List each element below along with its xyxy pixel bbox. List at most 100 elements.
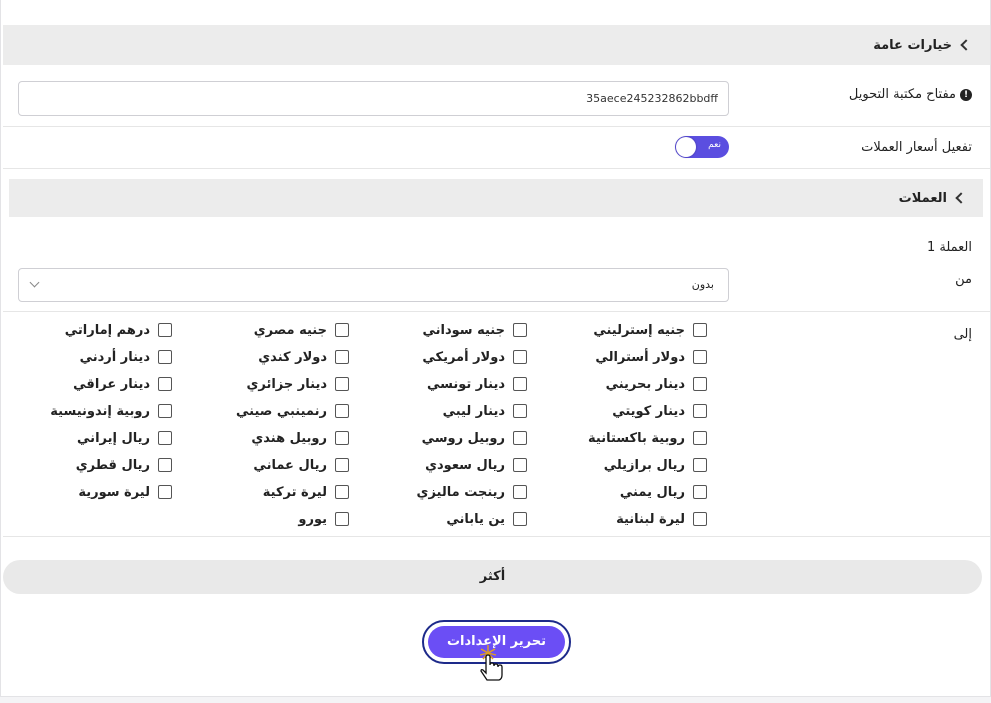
- checkbox[interactable]: [158, 404, 172, 418]
- checkbox[interactable]: [335, 323, 349, 337]
- checkbox[interactable]: [335, 350, 349, 364]
- checkbox[interactable]: [693, 431, 707, 445]
- currency-checkbox-label: ليرة لبنانية: [616, 511, 685, 527]
- checkbox[interactable]: [513, 485, 527, 499]
- checkbox[interactable]: [693, 404, 707, 418]
- divider: [3, 536, 990, 537]
- currency-checkbox-label: دولار أمريكي: [422, 349, 505, 365]
- currency-checkbox-item[interactable]: دينار كويتي: [612, 402, 707, 420]
- checkbox[interactable]: [693, 377, 707, 391]
- currency-checkbox-item[interactable]: روبيل هندي: [251, 429, 349, 447]
- currency-checkbox-item[interactable]: جنيه سوداني: [422, 321, 527, 339]
- currencies-title: العملات: [898, 190, 947, 206]
- checkbox[interactable]: [513, 377, 527, 391]
- currency-checkbox-item[interactable]: دينار تونسي: [427, 375, 527, 393]
- checkbox[interactable]: [513, 431, 527, 445]
- currency-rates-label: تفعيل أسعار العملات: [861, 140, 972, 155]
- from-currency-select[interactable]: بدون: [18, 268, 729, 302]
- currency-checkbox-item[interactable]: روبيل روسي: [422, 429, 527, 447]
- currency-checkbox-item[interactable]: ريال برازيلي: [604, 456, 707, 474]
- currency-checkbox-item[interactable]: ليرة لبنانية: [616, 510, 707, 528]
- currency-checkbox-item[interactable]: جنيه إسترليني: [593, 321, 707, 339]
- currency-checkbox-item[interactable]: ليرة سورية: [78, 483, 172, 501]
- checkbox[interactable]: [513, 512, 527, 526]
- checkbox[interactable]: [335, 377, 349, 391]
- checkbox[interactable]: [693, 512, 707, 526]
- currency-checkbox-item[interactable]: دولار كندي: [258, 348, 349, 366]
- settings-card: خيارات عامة ! مفتاح مكتبة التحويل تفعيل أ…: [0, 0, 991, 697]
- currency-checkbox-label: روبيل هندي: [251, 430, 327, 446]
- currencies-header[interactable]: العملات: [9, 179, 983, 217]
- checkbox[interactable]: [158, 458, 172, 472]
- checkbox[interactable]: [513, 323, 527, 337]
- currency-checkbox-item[interactable]: روبية باكستانية: [588, 429, 707, 447]
- checkbox[interactable]: [335, 404, 349, 418]
- general-options-title: خيارات عامة: [873, 37, 952, 53]
- currency-checkbox-label: جنيه مصري: [253, 322, 327, 338]
- checkbox[interactable]: [158, 377, 172, 391]
- toggle-label: نعم: [708, 140, 721, 150]
- currency-checkbox-label: درهم إماراتي: [64, 322, 150, 338]
- currency-checkbox-item[interactable]: دولار أمريكي: [422, 348, 527, 366]
- checkbox[interactable]: [693, 485, 707, 499]
- checkbox[interactable]: [158, 431, 172, 445]
- currency-checkbox-item[interactable]: دينار ليبي: [443, 402, 527, 420]
- currency-checkbox-item[interactable]: ليرة تركية: [263, 483, 349, 501]
- currency-checkbox-label: دولار كندي: [258, 349, 327, 365]
- currency-checkbox-item[interactable]: رينجت ماليزي: [417, 483, 527, 501]
- checkbox[interactable]: [158, 485, 172, 499]
- currency-checkbox-item[interactable]: روبية إندونيسية: [50, 402, 172, 420]
- checkbox[interactable]: [335, 458, 349, 472]
- currency-checkbox-label: دينار عراقي: [73, 376, 150, 392]
- currency-checkbox-label: ريال إيراني: [77, 430, 150, 446]
- general-options-header[interactable]: خيارات عامة: [3, 25, 990, 65]
- currency-checkbox-item[interactable]: دينار أردني: [80, 348, 172, 366]
- chevron-left-icon: [960, 39, 972, 51]
- conversion-key-input[interactable]: [18, 81, 729, 116]
- currency-checkbox-item[interactable]: جنيه مصري: [254, 321, 349, 339]
- currency-checkbox-item[interactable]: ريال يمني: [620, 483, 707, 501]
- currency-checkbox-item[interactable]: يورو: [298, 510, 349, 528]
- from-label: من: [955, 272, 972, 287]
- hand-cursor-icon: [479, 645, 503, 681]
- chevron-down-icon: [29, 277, 40, 288]
- currency-checkbox-item[interactable]: دينار بحريني: [606, 375, 707, 393]
- checkbox[interactable]: [335, 485, 349, 499]
- checkbox[interactable]: [513, 458, 527, 472]
- more-button[interactable]: أكثر: [3, 560, 982, 594]
- currency-checkbox-item[interactable]: ريال قطري: [76, 456, 172, 474]
- currency-checkbox-item[interactable]: ريال إيراني: [77, 429, 172, 447]
- currency-checkbox-label: روبيل روسي: [421, 430, 505, 446]
- currency-checkbox-label: دينار بحريني: [605, 376, 685, 392]
- checkbox[interactable]: [335, 431, 349, 445]
- checkbox[interactable]: [693, 323, 707, 337]
- toggle-knob: [676, 137, 696, 157]
- currency-checkbox-label: ليرة سورية: [78, 484, 150, 500]
- currency-checkbox-label: دينار تونسي: [426, 376, 505, 392]
- checkbox[interactable]: [513, 404, 527, 418]
- checkbox[interactable]: [693, 350, 707, 364]
- currency-checkbox-label: ريال سعودي: [425, 457, 505, 473]
- currency-checkbox-label: رينجت ماليزي: [416, 484, 505, 500]
- checkbox[interactable]: [335, 512, 349, 526]
- checkbox[interactable]: [158, 323, 172, 337]
- currency-checkbox-label: روبية باكستانية: [588, 430, 685, 446]
- conversion-key-label-text: مفتاح مكتبة التحويل: [848, 87, 956, 102]
- currency-checkbox-item[interactable]: دولار أسترالي: [595, 348, 707, 366]
- currency-checkbox-label: جنيه سوداني: [422, 322, 506, 338]
- currency-checkbox-item[interactable]: درهم إماراتي: [65, 321, 172, 339]
- currency-checkbox-item[interactable]: رنمينبي صيني: [236, 402, 349, 420]
- info-icon[interactable]: !: [960, 88, 972, 101]
- checkbox[interactable]: [158, 350, 172, 364]
- conversion-key-label: ! مفتاح مكتبة التحويل: [849, 87, 972, 102]
- currency-checkbox-item[interactable]: دينار عراقي: [73, 375, 172, 393]
- currency-checkbox-item[interactable]: ين ياباني: [446, 510, 527, 528]
- chevron-left-icon: [955, 192, 967, 204]
- currency-checkbox-item[interactable]: دينار جزائري: [246, 375, 349, 393]
- checkbox[interactable]: [513, 350, 527, 364]
- currency-checkbox-item[interactable]: ريال عماني: [253, 456, 349, 474]
- currency-checkbox-item[interactable]: ريال سعودي: [425, 456, 527, 474]
- currency-checkbox-label: رنمينبي صيني: [235, 403, 327, 419]
- currency-rates-toggle[interactable]: نعم: [675, 136, 729, 158]
- checkbox[interactable]: [693, 458, 707, 472]
